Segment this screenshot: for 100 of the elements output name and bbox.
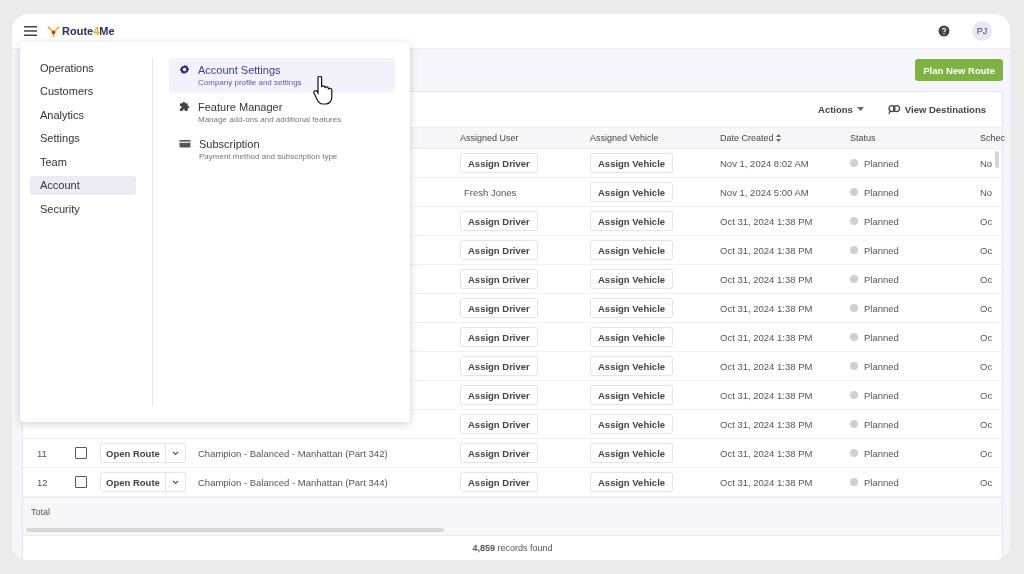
chevron-down-icon [171,479,179,485]
assign-vehicle-button[interactable]: Assign Vehicle [590,443,674,463]
assign-driver-button[interactable]: Assign Driver [460,153,538,173]
sort-icon[interactable] [775,134,781,142]
status-dot [850,420,858,428]
date-created: Oct 31, 2024 1:38 PM [720,215,813,227]
status-text: Planned [864,331,899,343]
status-dot [850,159,858,167]
menu-item[interactable]: Feature Manager Manage add-ons and additional features [169,95,395,130]
column-header[interactable]: Date Created [720,133,774,143]
assign-vehicle-button[interactable]: Assign Vehicle [590,211,674,231]
status-dot [850,391,858,399]
credit-card-icon [179,138,191,149]
assign-driver-button[interactable]: Assign Driver [460,240,538,260]
status-dot [850,246,858,254]
schedule-text: Oc [980,302,993,314]
assigned-user-name: Fresh Jones [463,186,517,198]
menu-section[interactable]: Security [30,199,136,219]
schedule-text: No [980,186,993,198]
date-created: Oct 31, 2024 1:38 PM [720,447,813,459]
assign-vehicle-button[interactable]: Assign Vehicle [590,327,674,347]
assign-vehicle-button[interactable]: Assign Vehicle [590,153,674,173]
assign-vehicle-button[interactable]: Assign Vehicle [590,269,674,289]
column-header[interactable]: Assigned User [460,133,519,143]
schedule-text: Oc [980,447,993,459]
assign-driver-button[interactable]: Assign Driver [460,414,538,434]
status-dot [850,362,858,370]
menu-section[interactable]: Operations [30,58,136,78]
assign-driver-button[interactable]: Assign Driver [460,385,538,405]
status-text: Planned [864,186,899,198]
assign-driver-button[interactable]: Assign Driver [460,269,538,289]
date-created: Oct 31, 2024 1:38 PM [720,273,813,285]
schedule-text: Oc [980,418,993,430]
column-header[interactable]: Assigned Vehicle [590,133,659,143]
row-number: 11 [37,447,47,459]
status-text: Planned [864,273,899,285]
date-created: Nov 1, 2024 5:00 AM [720,186,809,198]
menu-item[interactable]: Subscription Payment method and subscription type [169,132,395,167]
date-created: Oct 31, 2024 1:38 PM [720,476,813,488]
date-created: Oct 31, 2024 1:38 PM [720,389,813,401]
help-icon[interactable] [938,25,950,37]
assign-vehicle-button[interactable]: Assign Vehicle [590,182,674,202]
date-created: Oct 31, 2024 1:38 PM [720,360,813,372]
assign-vehicle-button[interactable]: Assign Vehicle [590,472,674,492]
menu-section[interactable]: Settings [30,128,136,148]
status-dot [850,449,858,457]
status-text: Planned [864,215,899,227]
user-avatar[interactable]: PJ [972,21,992,41]
status-text: Planned [864,157,899,169]
actions-button[interactable]: Actions [816,102,866,117]
assign-vehicle-button[interactable]: Assign Vehicle [590,240,674,260]
assign-driver-button[interactable]: Assign Driver [460,443,538,463]
date-created: Oct 31, 2024 1:38 PM [720,418,813,430]
status-text: Planned [864,447,899,459]
menu-section[interactable]: Team [30,152,136,172]
schedule-text: Oc [980,215,993,227]
open-route-button[interactable]: Open Route [100,443,166,463]
gear-icon [179,64,190,75]
menu-section[interactable]: Account [30,175,136,195]
assign-driver-button[interactable]: Assign Driver [460,356,538,376]
open-route-button[interactable]: Open Route [100,472,166,492]
caret-icon [856,107,864,112]
scrollbar-thumb[interactable] [995,151,999,168]
status-text: Planned [864,418,899,430]
status-dot [850,217,858,225]
assign-driver-button[interactable]: Assign Driver [460,211,538,231]
assign-vehicle-button[interactable]: Assign Vehicle [590,356,674,376]
status-dot [850,333,858,341]
status-text: Planned [864,244,899,256]
assign-vehicle-button[interactable]: Assign Vehicle [590,414,674,434]
schedule-text: Oc [980,476,993,488]
menu-item[interactable]: Account Settings Company profile and settings [169,58,395,93]
hand-cursor-icon [313,76,333,106]
status-text: Planned [864,302,899,314]
status-dot [850,275,858,283]
status-text: Planned [864,476,899,488]
date-created: Oct 31, 2024 1:38 PM [720,302,813,314]
menu-section[interactable]: Analytics [30,105,136,125]
schedule-text: Oc [980,360,993,372]
schedule-text: Oc [980,389,993,401]
status-text: Planned [864,360,899,372]
assign-vehicle-button[interactable]: Assign Vehicle [590,385,674,405]
row-checkbox[interactable] [75,447,87,459]
menu-icon[interactable] [24,26,37,36]
assign-driver-button[interactable]: Assign Driver [460,472,538,492]
assign-vehicle-button[interactable]: Assign Vehicle [590,298,674,318]
assign-driver-button[interactable]: Assign Driver [460,327,538,347]
menu-section[interactable]: Customers [30,81,136,101]
status-text: Planned [864,389,899,401]
logo-icon [47,24,60,38]
assign-driver-button[interactable]: Assign Driver [460,298,538,318]
logo-text: Route4Me [62,25,115,37]
chevron-down-icon [171,450,179,456]
schedule-text: Oc [980,273,993,285]
schedule-text: Oc [980,244,993,256]
column-header[interactable]: Schec [980,133,1005,143]
column-header[interactable]: Status [850,133,876,143]
date-created: Nov 1, 2024 8:02 AM [720,157,809,169]
row-checkbox[interactable] [75,476,87,488]
view-destinations-button[interactable]: View Destinations [885,102,988,117]
